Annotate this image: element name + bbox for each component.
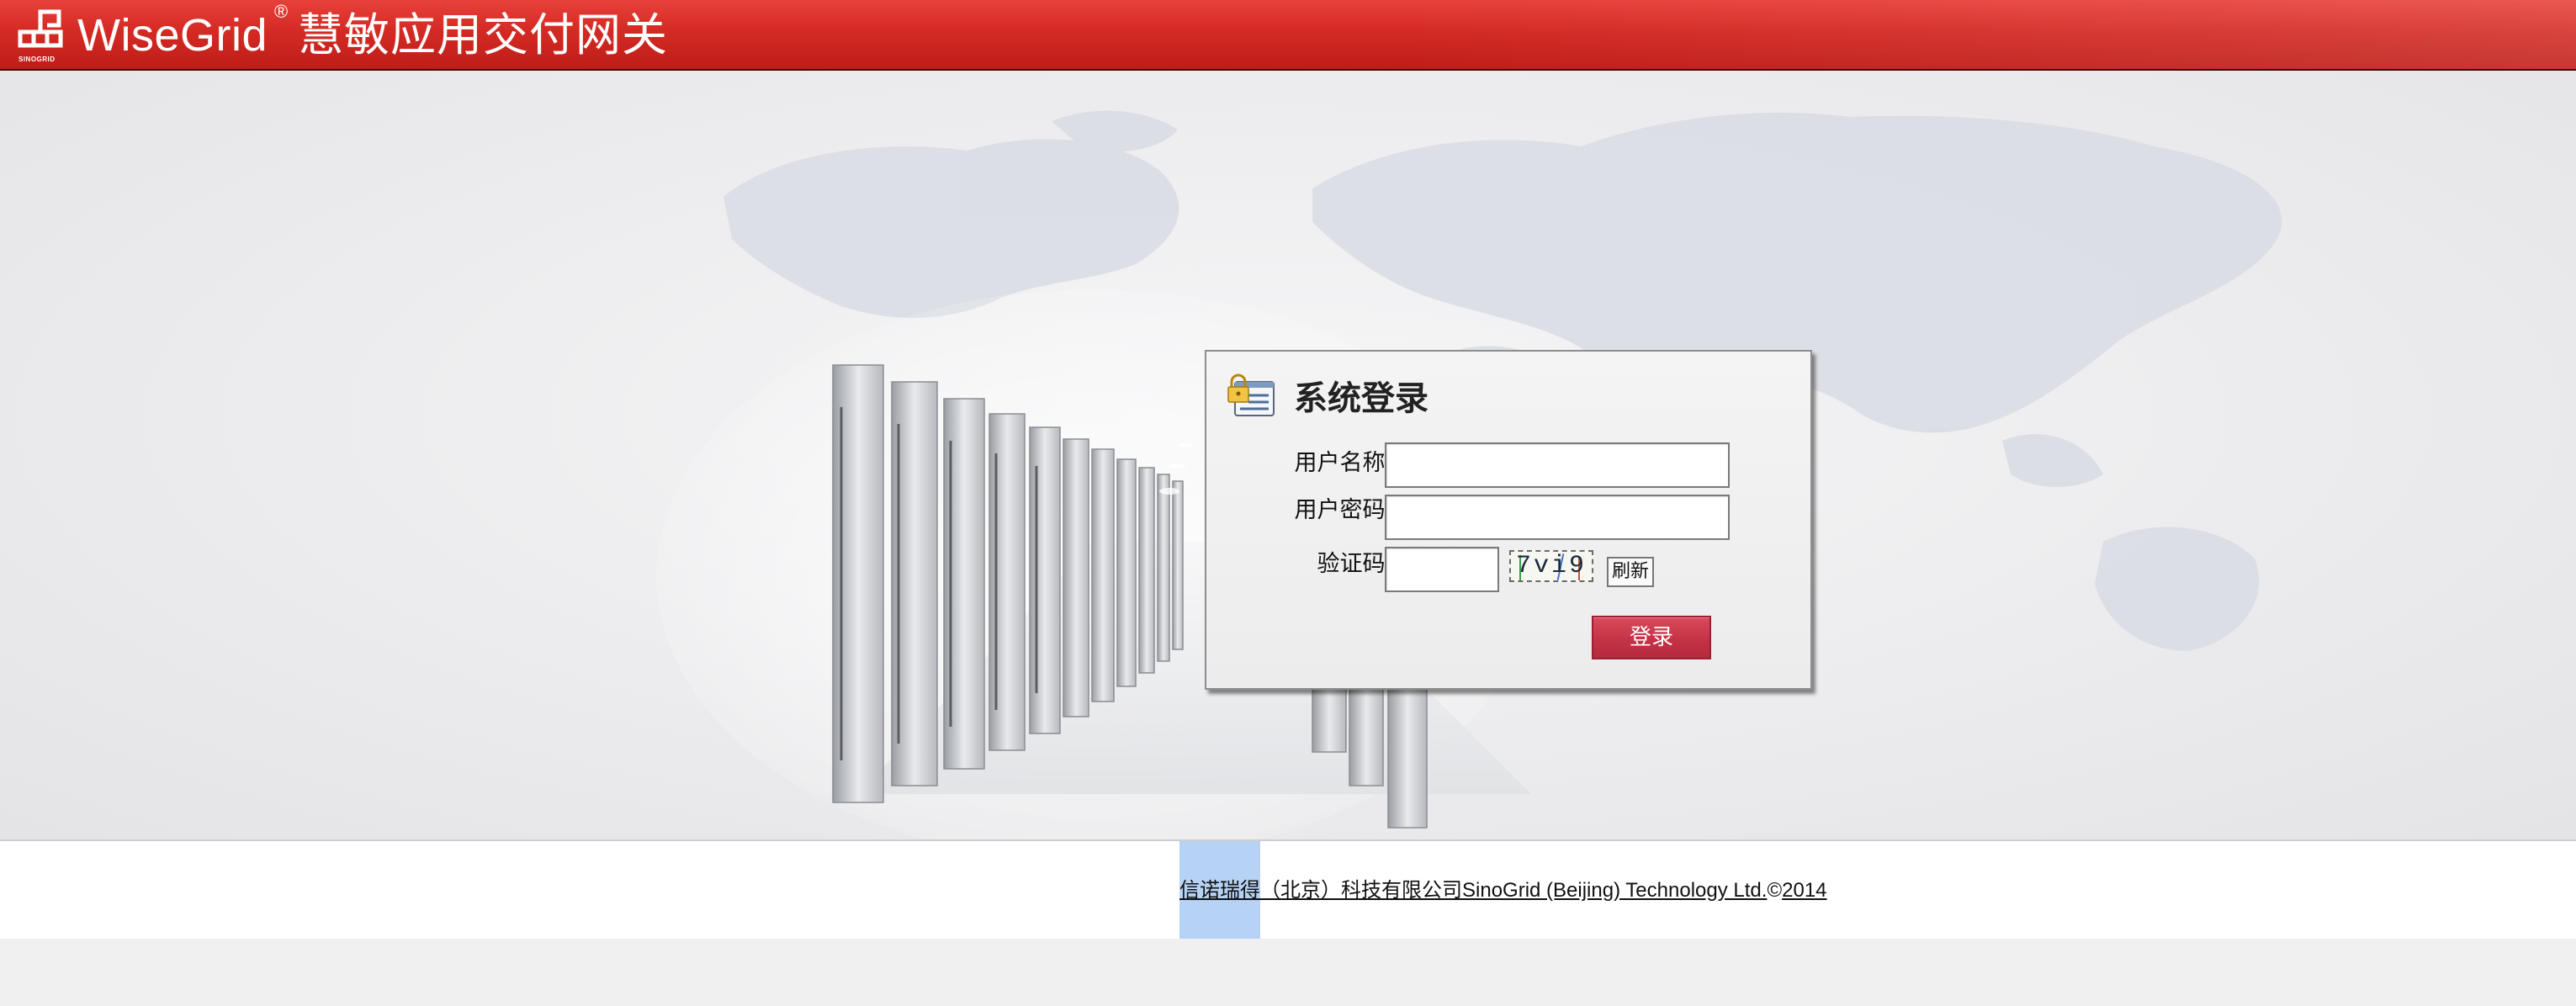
page-bottom [0,939,2576,1006]
company-cn: 信诺瑞得（北京）科技有限公司 [1179,879,1462,902]
top-header: SINOGRID WiseGrid ® 慧敏应用交付网关 [0,0,2576,71]
footer: 信诺瑞得（北京）科技有限公司SinoGrid (Beijing) Technol… [0,839,2576,940]
copyright-symbol: © [1767,879,1783,902]
product-title: 慧敏应用交付网关 [298,8,668,61]
login-title: 系统登录 [1294,379,1428,418]
password-label: 用户密码: [1294,497,1391,522]
brand-name: WiseGrid [77,10,268,61]
registered-mark: ® [274,1,289,22]
login-button[interactable]: 登录 [1592,616,1711,659]
captcha-input[interactable] [1385,547,1499,592]
login-dialog: 系统登录 用户名称: 用户密码: 验证码: 7vi9 刷新 登录 [1205,350,1812,690]
sinogrid-logo-icon [18,9,63,48]
captcha-label: 验证码: [1317,551,1391,576]
company-en: SinoGrid (Beijing) Technology Ltd. [1462,879,1768,902]
year-link[interactable]: 2014 [1782,879,1826,902]
company-link[interactable]: 信诺瑞得（北京）科技有限公司SinoGrid (Beijing) Technol… [1179,879,1767,902]
footer-copyright: 信诺瑞得（北京）科技有限公司SinoGrid (Beijing) Technol… [1179,876,1827,905]
lock-id-card-icon [1227,373,1275,416]
refresh-captcha-button[interactable]: 刷新 [1607,557,1654,587]
captcha-text: 7vi9 [1515,552,1587,580]
username-label: 用户名称: [1294,450,1391,475]
username-input[interactable] [1385,442,1730,488]
captcha-image[interactable]: 7vi9 [1509,550,1593,582]
sinogrid-logo: SINOGRID [17,7,71,66]
header-shine [1398,0,2576,69]
password-input[interactable] [1385,495,1730,540]
logo-subtitle: SINOGRID [19,56,56,63]
background-area: 系统登录 用户名称: 用户密码: 验证码: 7vi9 刷新 登录 [0,71,2576,839]
